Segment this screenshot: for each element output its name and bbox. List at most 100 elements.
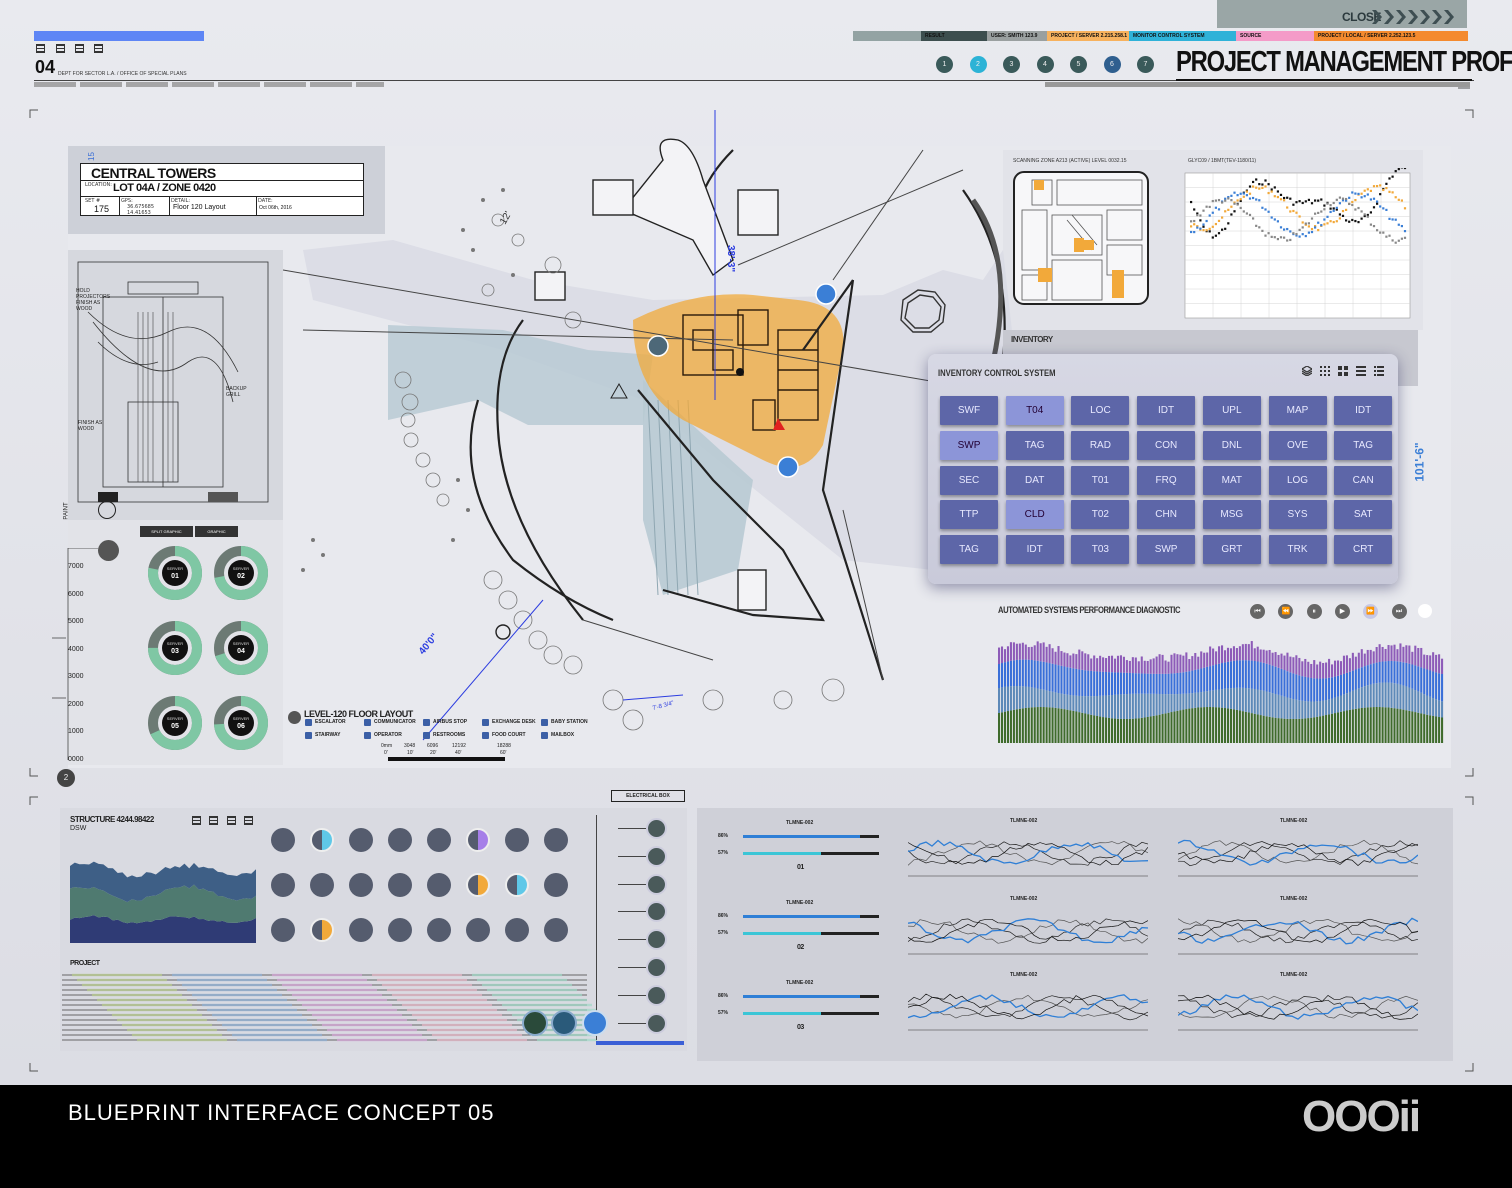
inventory-button-ove[interactable]: OVE: [1268, 430, 1327, 460]
detail-list-icon[interactable]: [1374, 366, 1384, 376]
scatter-point: [1221, 228, 1224, 231]
skip-forward-icon[interactable]: ⏭: [1391, 604, 1407, 619]
inventory-button-grt[interactable]: GRT: [1202, 535, 1261, 565]
inventory-button-swp[interactable]: SWP: [1137, 535, 1196, 565]
inventory-button-con[interactable]: CON: [1137, 430, 1196, 460]
nav-disc-2[interactable]: [551, 1010, 577, 1036]
server-gauge[interactable]: SERVER 06: [214, 696, 268, 750]
inventory-button-t01[interactable]: T01: [1071, 465, 1130, 495]
inventory-button-tag[interactable]: TAG: [1334, 430, 1393, 460]
inventory-button-frq[interactable]: FRQ: [1137, 465, 1196, 495]
inventory-button-ttp[interactable]: TTP: [940, 500, 998, 530]
page-badge[interactable]: 2: [57, 769, 75, 787]
nav-disc-1[interactable]: [522, 1010, 548, 1036]
inventory-button-t02[interactable]: T02: [1071, 500, 1130, 530]
status-disc[interactable]: [310, 918, 334, 942]
elec-knob[interactable]: [646, 957, 667, 978]
inventory-button-trk[interactable]: TRK: [1268, 535, 1327, 565]
layers-icon[interactable]: [1302, 366, 1312, 376]
pause-icon[interactable]: ⏸: [1306, 604, 1322, 619]
inventory-button-loc[interactable]: LOC: [1071, 396, 1130, 425]
inventory-button-tag[interactable]: TAG: [1005, 430, 1064, 460]
server-gauge[interactable]: SERVER 05: [148, 696, 202, 750]
status-disc[interactable]: [349, 873, 373, 897]
nav-disc-3[interactable]: [582, 1010, 608, 1036]
inventory-button-crt[interactable]: CRT: [1334, 535, 1393, 565]
inventory-button-t04[interactable]: T04: [1005, 396, 1064, 425]
status-disc[interactable]: [466, 873, 490, 897]
server-gauge[interactable]: SERVER 02: [214, 546, 268, 600]
chart-tool-icon-3[interactable]: [227, 816, 236, 825]
diag-bar: [1173, 673, 1176, 695]
play-icon[interactable]: ▶: [1334, 604, 1350, 619]
chart-tool-icon-4[interactable]: [244, 816, 253, 825]
status-disc[interactable]: [544, 873, 568, 897]
server-tab-graphic[interactable]: GRAPHIC: [195, 526, 238, 537]
inventory-button-sec[interactable]: SEC: [940, 465, 998, 495]
status-disc[interactable]: [349, 918, 373, 942]
diag-bar: [1253, 713, 1256, 743]
server-gauge[interactable]: SERVER 03: [148, 621, 202, 675]
list-icon[interactable]: [1356, 366, 1366, 376]
inventory-button-rad[interactable]: RAD: [1071, 430, 1130, 460]
chart-tool-icon-2[interactable]: [209, 816, 218, 825]
status-disc[interactable]: [466, 828, 490, 852]
inventory-button-tag[interactable]: TAG: [940, 535, 998, 565]
inventory-button-log[interactable]: LOG: [1268, 465, 1327, 495]
status-disc[interactable]: [388, 828, 412, 852]
inventory-button-dat[interactable]: DAT: [1005, 465, 1064, 495]
diag-bar: [1253, 648, 1256, 661]
scale-knob[interactable]: [98, 540, 119, 561]
status-disc[interactable]: [427, 873, 451, 897]
elec-knob[interactable]: [646, 984, 667, 1006]
status-disc[interactable]: [310, 828, 334, 852]
skip-back-icon[interactable]: ⏮: [1250, 604, 1265, 619]
elec-knob[interactable]: [646, 873, 667, 895]
inventory-button-chn[interactable]: CHN: [1137, 500, 1196, 530]
status-disc[interactable]: [271, 918, 295, 942]
status-disc[interactable]: [271, 873, 295, 897]
scatter-point: [1338, 196, 1341, 199]
inventory-button-mat[interactable]: MAT: [1202, 465, 1261, 495]
server-gauge[interactable]: SERVER 04: [214, 621, 268, 675]
status-disc[interactable]: [544, 828, 568, 852]
inventory-button-sys[interactable]: SYS: [1268, 500, 1327, 530]
elec-knob[interactable]: [646, 818, 667, 839]
grid-small-icon[interactable]: [1320, 366, 1330, 376]
status-disc[interactable]: [310, 873, 334, 897]
status-disc[interactable]: [505, 873, 529, 897]
elec-knob[interactable]: [646, 845, 667, 867]
status-disc[interactable]: [544, 918, 568, 942]
inventory-button-t03[interactable]: T03: [1071, 535, 1130, 565]
status-disc[interactable]: [505, 828, 529, 852]
status-disc[interactable]: [388, 918, 412, 942]
status-disc[interactable]: [388, 873, 412, 897]
inventory-button-cld[interactable]: CLD: [1005, 500, 1064, 530]
timeline-segment: [502, 1003, 592, 1007]
electrical-box-label[interactable]: ELECTRICAL BOX: [611, 790, 685, 802]
inventory-button-dnl[interactable]: DNL: [1202, 430, 1261, 460]
inventory-button-can[interactable]: CAN: [1334, 465, 1393, 495]
status-disc[interactable]: [349, 828, 373, 852]
inventory-button-sat[interactable]: SAT: [1334, 500, 1393, 530]
status-disc[interactable]: [427, 828, 451, 852]
inventory-button-idt[interactable]: IDT: [1005, 535, 1064, 565]
grid-large-icon[interactable]: [1338, 366, 1348, 376]
inventory-button-map[interactable]: MAP: [1268, 396, 1327, 425]
inventory-button-upl[interactable]: UPL: [1202, 396, 1261, 425]
chart-tool-icon-1[interactable]: [192, 816, 201, 825]
detail-marker[interactable]: [98, 501, 116, 519]
inventory-button-idt[interactable]: IDT: [1334, 396, 1393, 425]
status-disc[interactable]: [466, 918, 490, 942]
progress-knob[interactable]: [1418, 604, 1432, 618]
status-disc[interactable]: [427, 918, 451, 942]
status-disc[interactable]: [271, 828, 295, 852]
inventory-button-swp[interactable]: SWP: [940, 430, 998, 460]
status-disc[interactable]: [505, 918, 529, 942]
server-gauge[interactable]: SERVER 01: [148, 546, 202, 600]
elec-knob[interactable]: [646, 1012, 667, 1034]
inventory-button-msg[interactable]: MSG: [1202, 500, 1261, 530]
inventory-button-idt[interactable]: IDT: [1137, 396, 1196, 425]
inventory-button-swf[interactable]: SWF: [940, 396, 998, 425]
server-tab-split[interactable]: SPLIT GRAPHIC: [140, 526, 193, 537]
